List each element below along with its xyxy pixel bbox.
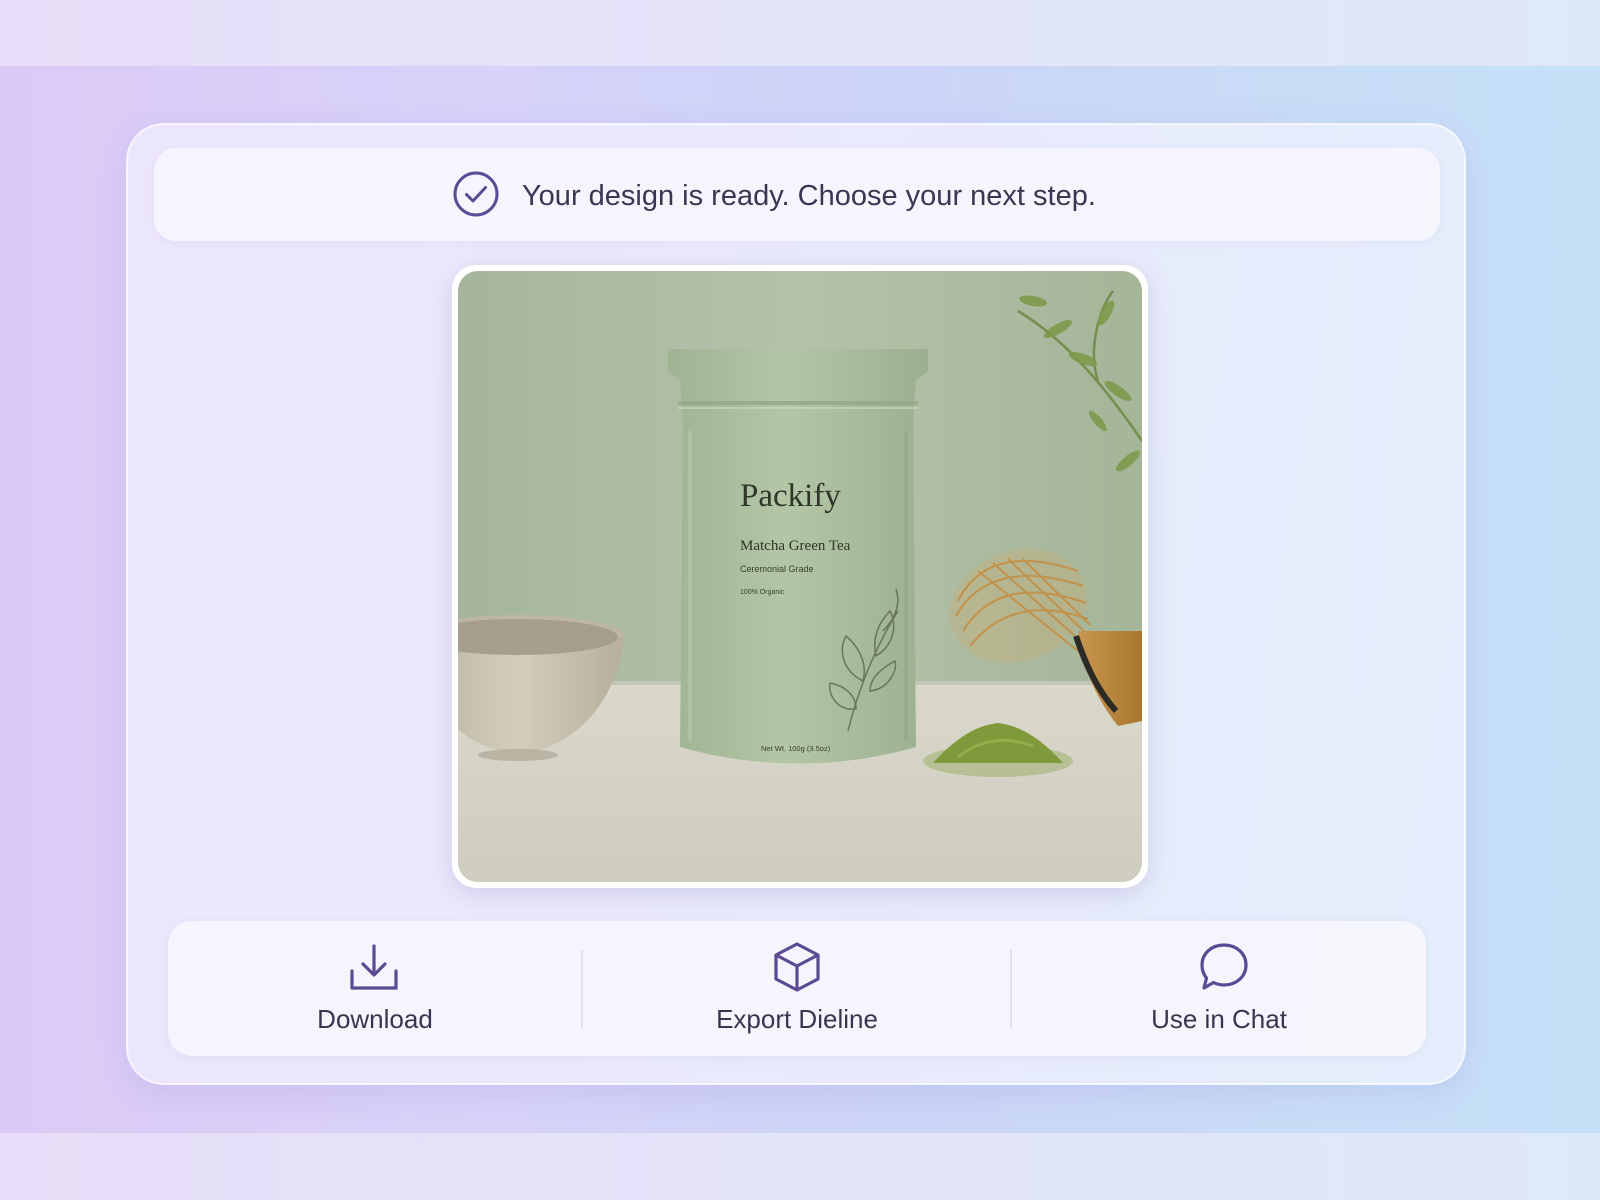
- check-circle-icon: [453, 171, 499, 217]
- pouch-weight-text: Net Wt. 100g (3.5oz): [761, 744, 831, 753]
- export-dieline-label: Export Dieline: [716, 1004, 878, 1034]
- pouch-organic-text: 100% Organic: [740, 589, 785, 596]
- pouch-product-text: Matcha Green Tea: [740, 538, 851, 554]
- use-in-chat-button[interactable]: Use in Chat: [1012, 921, 1426, 1056]
- background-band-top: [0, 0, 1600, 66]
- download-label: Download: [317, 1004, 433, 1034]
- use-in-chat-label: Use in Chat: [1151, 1004, 1287, 1034]
- background-band-bottom: [0, 1133, 1600, 1200]
- export-dieline-button[interactable]: Export Dieline: [583, 921, 1011, 1056]
- download-button[interactable]: Download: [168, 921, 582, 1056]
- pouch-brand-text: Packify: [740, 478, 841, 514]
- download-icon: [350, 944, 398, 990]
- cube-icon: [774, 942, 820, 992]
- pouch-grade-text: Ceremonial Grade: [740, 564, 814, 574]
- design-preview-image[interactable]: Packify Matcha Green Tea Ceremonial Grad…: [458, 271, 1142, 882]
- status-message: Your design is ready. Choose your next s…: [522, 180, 1096, 212]
- chat-bubble-icon: [1200, 943, 1248, 990]
